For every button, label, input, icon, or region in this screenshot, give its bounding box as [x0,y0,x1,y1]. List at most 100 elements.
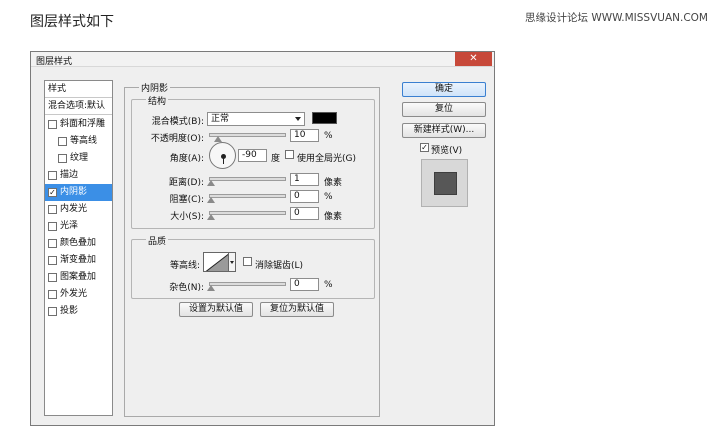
structure-group: 结构 混合模式(B): 正常 不透明度(O): 10 % 角度(A): -90 … [131,94,375,229]
style-item-label: 渐变叠加 [60,255,97,265]
preview-label: 预览(V) [431,146,463,156]
style-item-checkbox[interactable] [48,239,57,248]
style-item[interactable]: 渐变叠加 [45,252,112,269]
style-item[interactable]: 描边 [45,167,112,184]
angle-value: -90 [242,150,257,160]
angle-label: 角度(A): [169,154,204,164]
noise-input[interactable]: 0 [290,278,319,291]
style-item-checkbox[interactable] [48,120,57,129]
style-item-label: 斜面和浮雕 [60,119,106,129]
anti-alias-checkbox[interactable] [243,257,252,266]
noise-label: 杂色(N): [169,283,204,293]
style-item[interactable]: 光泽 [45,218,112,235]
close-button[interactable]: ✕ [455,52,492,66]
chevron-down-icon [295,117,301,121]
distance-slider[interactable] [207,177,286,186]
size-input[interactable]: 0 [290,207,319,220]
style-item[interactable]: 外发光 [45,286,112,303]
dialog-titlebar: 图层样式 ✕ [31,52,494,67]
distance-label: 距离(D): [169,178,204,188]
angle-unit: 度 [271,154,281,164]
style-list-header-label: 样式 [48,84,67,94]
style-item[interactable]: 颜色叠加 [45,235,112,252]
watermark-text: 思缘设计论坛 WWW.MISSVUAN.COM [524,12,708,24]
size-slider-thumb[interactable] [207,214,215,220]
new-style-button[interactable]: 新建样式(W)... [402,123,486,138]
blend-mode-value: 正常 [211,114,230,124]
layer-style-dialog: 图层样式 ✕ 样式 混合选项:默认 斜面和浮雕 等高线 纹理 描边 ✓ 内阴影 内发光 光泽颜… [30,51,495,426]
noise-unit: % [324,280,333,290]
distance-input[interactable]: 1 [290,173,319,186]
contour-dropdown[interactable] [228,252,236,272]
style-item-checkbox[interactable] [48,307,57,316]
style-item-checkbox[interactable] [48,290,57,299]
size-value: 0 [294,208,300,218]
size-unit: 像素 [324,212,343,222]
style-item-label: 等高线 [70,136,98,146]
global-light-checkbox[interactable] [285,150,294,159]
style-item-label: 内阴影 [60,187,88,197]
noise-value: 0 [294,279,300,289]
noise-slider[interactable] [207,282,286,291]
style-item-checkbox[interactable] [48,273,57,282]
contour-preview[interactable] [203,252,229,272]
style-item[interactable]: 内发光 [45,201,112,218]
style-list-header[interactable]: 样式 [45,81,112,98]
preview-thumbnail [421,159,468,207]
angle-input[interactable]: -90 [238,149,267,162]
reset-default-button[interactable]: 复位为默认值 [260,302,334,317]
style-item-label: 光泽 [60,221,79,231]
style-item[interactable]: 图案叠加 [45,269,112,286]
shadow-color-swatch[interactable] [312,112,337,124]
style-item-checkbox[interactable] [48,256,57,265]
choke-label: 阻塞(C): [169,195,204,205]
chevron-down-icon [230,261,234,264]
distance-unit: 像素 [324,178,343,188]
quality-title: 品质 [146,234,169,247]
style-list: 样式 混合选项:默认 斜面和浮雕 等高线 纹理 描边 ✓ 内阴影 内发光 光泽 颜色叠加 渐变叠加… [44,80,113,416]
panel-title: 内阴影 [139,81,171,94]
preview-checkbox[interactable]: ✓ [420,143,429,152]
dialog-title: 图层样式 [36,57,73,67]
quality-group: 品质 等高线: 消除锯齿(L) 杂色(N): 0 % [131,234,375,299]
style-item[interactable]: 纹理 [45,150,112,167]
ok-button[interactable]: 确定 [402,82,486,97]
blend-mode-label: 混合模式(B): [151,117,204,127]
close-icon: ✕ [469,53,478,64]
blend-mode-select[interactable]: 正常 [207,112,305,126]
anti-alias-label: 消除锯齿(L) [255,261,304,271]
choke-unit: % [324,192,333,202]
opacity-input[interactable]: 10 [290,129,319,142]
angle-center [221,154,226,159]
opacity-slider[interactable] [209,133,286,142]
opacity-label: 不透明度(O): [150,134,204,144]
choke-input[interactable]: 0 [290,190,319,203]
style-item-checkbox[interactable] [48,205,57,214]
contour-label: 等高线: [169,261,200,271]
noise-slider-thumb[interactable] [207,285,215,291]
style-item[interactable]: 等高线 [45,133,112,150]
style-item-label: 描边 [60,170,79,180]
choke-slider-thumb[interactable] [207,197,215,203]
size-label: 大小(S): [170,212,204,222]
style-item[interactable]: 斜面和浮雕 [45,116,112,133]
style-item[interactable]: ✓ 内阴影 [45,184,112,201]
style-item-checkbox[interactable] [58,137,67,146]
style-item[interactable]: 投影 [45,303,112,320]
blend-options-item[interactable]: 混合选项:默认 [45,98,112,115]
set-default-button[interactable]: 设置为默认值 [179,302,253,317]
choke-slider[interactable] [207,194,286,203]
style-item-checkbox[interactable] [58,154,67,163]
opacity-unit: % [324,131,333,141]
angle-dial[interactable] [209,142,236,169]
opacity-value: 10 [294,130,306,140]
style-item-label: 外发光 [60,289,88,299]
distance-value: 1 [294,174,300,184]
style-item-checkbox[interactable] [48,222,57,231]
distance-slider-thumb[interactable] [207,180,215,186]
style-item-checkbox[interactable] [48,171,57,180]
style-item-checkbox[interactable]: ✓ [48,188,57,197]
reset-button[interactable]: 复位 [402,102,486,117]
size-slider[interactable] [207,211,286,220]
choke-value: 0 [294,191,300,201]
